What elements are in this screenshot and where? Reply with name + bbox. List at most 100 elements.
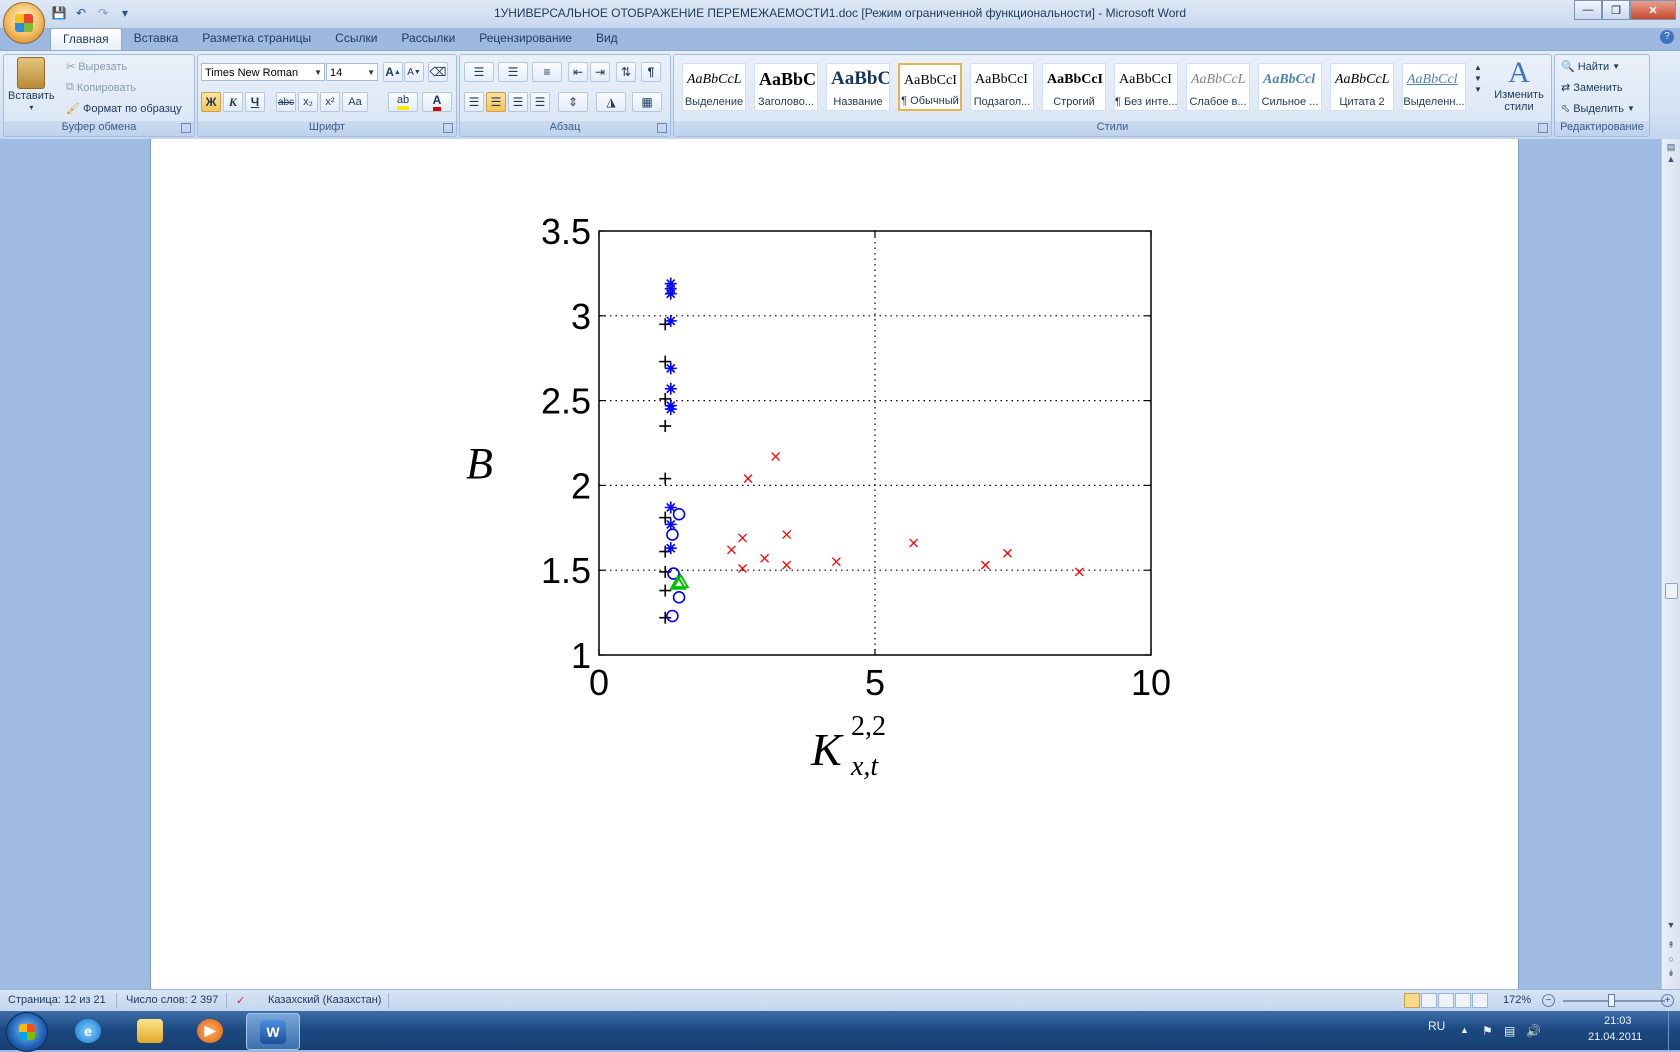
taskbar-explorer[interactable] xyxy=(124,1013,176,1048)
replace-button[interactable]: ⇄ Заменить xyxy=(1561,81,1623,95)
numbering-button[interactable]: ☰ xyxy=(498,62,528,82)
ruler-toggle-icon[interactable]: ▤ xyxy=(1665,141,1677,153)
clock-time[interactable]: 21:03 xyxy=(1604,1015,1632,1027)
decrease-indent-button[interactable]: ⇤ xyxy=(568,62,588,82)
style-heading[interactable]: AaBbC Заголово... xyxy=(754,63,818,111)
style-intense-emphasis[interactable]: AaBbCcl Сильное ... xyxy=(1258,63,1322,111)
italic-button[interactable]: К xyxy=(223,92,243,112)
bullets-button[interactable]: ☰ xyxy=(464,62,494,82)
select-button[interactable]: ⬁ Выделить ▼ xyxy=(1561,102,1635,116)
zoom-slider-thumb[interactable] xyxy=(1608,994,1615,1007)
font-size-combo[interactable]: 14 ▼ xyxy=(326,63,378,81)
data-point-plus xyxy=(659,472,672,485)
shading-button[interactable]: ◮ xyxy=(596,92,626,112)
vertical-scrollbar[interactable]: ▤ ▲ ▼ ↟ ○ ↡ xyxy=(1661,139,1680,989)
action-center-icon[interactable]: ⚑ xyxy=(1482,1024,1493,1038)
change-styles-button[interactable]: A Изменить стили xyxy=(1490,57,1548,114)
find-button[interactable]: 🔍 Найти ▼ xyxy=(1561,60,1620,74)
tab-home[interactable]: Главная xyxy=(50,28,122,51)
help-icon[interactable]: ? xyxy=(1660,30,1674,44)
line-spacing-button[interactable]: ⇕ xyxy=(558,92,588,112)
styles-scroll[interactable]: ▲ ▼ ▼ xyxy=(1474,63,1482,94)
taskbar-media-player[interactable]: ▶ xyxy=(184,1013,236,1048)
volume-icon[interactable]: 🔊 xyxy=(1526,1024,1541,1038)
bold-button[interactable]: Ж xyxy=(201,92,221,112)
maximize-button[interactable]: ❐ xyxy=(1602,0,1630,20)
previous-page-icon[interactable]: ↟ xyxy=(1665,939,1677,951)
tab-mailings[interactable]: Рассылки xyxy=(389,28,467,50)
zoom-in-icon[interactable]: + xyxy=(1661,994,1674,1007)
document-page[interactable]: 1 1.5 2 2.5 3 3.5 0 5 10 B K 2,2 x,t xyxy=(150,139,1519,989)
strikethrough-button[interactable]: abc xyxy=(276,92,296,112)
increase-indent-button[interactable]: ⇥ xyxy=(590,62,610,82)
show-hidden-icons-icon[interactable]: ▲ xyxy=(1460,1025,1469,1035)
format-painter-button[interactable]: 🖌 Формат по образцу xyxy=(66,102,182,116)
font-name-combo[interactable]: Times New Roman ▼ xyxy=(201,63,325,81)
style-strong[interactable]: AaBbCcI Строгий xyxy=(1042,63,1106,111)
print-layout-view-icon[interactable] xyxy=(1404,993,1420,1008)
tab-page-layout[interactable]: Разметка страницы xyxy=(190,28,323,50)
align-right-button[interactable]: ☰ xyxy=(508,92,528,112)
font-color-button[interactable]: A xyxy=(422,92,452,112)
style-subtitle[interactable]: AaBbCcI Подзагол... xyxy=(970,63,1034,111)
style-normal[interactable]: AaBbCcI ¶ Обычный xyxy=(898,63,962,111)
next-page-icon[interactable]: ↡ xyxy=(1665,967,1677,979)
sort-button[interactable]: ⇅ xyxy=(616,62,636,82)
tab-references[interactable]: Ссылки xyxy=(323,28,389,50)
align-center-button[interactable]: ☰ xyxy=(486,92,506,112)
minimize-button[interactable]: — xyxy=(1574,0,1602,20)
style-no-spacing[interactable]: AaBbCcI ¶ Без инте... xyxy=(1114,63,1178,111)
justify-button[interactable]: ☰ xyxy=(530,92,550,112)
highlight-button[interactable]: ab xyxy=(388,92,418,112)
language-indicator[interactable]: Казахский (Казахстан) xyxy=(268,994,381,1006)
tab-view[interactable]: Вид xyxy=(584,28,630,50)
cut-button[interactable]: ✂ Вырезать xyxy=(66,60,127,74)
style-emphasis[interactable]: AaBbCcL Выделение xyxy=(682,63,746,111)
tab-insert[interactable]: Вставка xyxy=(122,28,191,50)
close-button[interactable]: ✕ xyxy=(1630,0,1676,20)
shrink-font-button[interactable]: A ▼ xyxy=(404,62,424,82)
taskbar-word[interactable]: W xyxy=(246,1013,300,1050)
full-screen-view-icon[interactable] xyxy=(1421,993,1437,1008)
dialog-launcher-icon[interactable] xyxy=(443,123,453,133)
network-icon[interactable]: ▤ xyxy=(1504,1024,1515,1038)
style-subtle-emphasis[interactable]: AaBbCcL Слабое в... xyxy=(1186,63,1250,111)
browse-object-icon[interactable]: ○ xyxy=(1665,953,1677,965)
taskbar-ie[interactable]: e xyxy=(62,1013,114,1048)
change-case-button[interactable]: Aa xyxy=(342,92,368,112)
web-layout-view-icon[interactable] xyxy=(1438,993,1454,1008)
scroll-thumb[interactable] xyxy=(1665,583,1678,599)
page-indicator[interactable]: Страница: 12 из 21 xyxy=(8,994,106,1006)
multilevel-list-button[interactable]: ≡ xyxy=(532,62,562,82)
start-button[interactable] xyxy=(6,1012,48,1052)
outline-view-icon[interactable] xyxy=(1455,993,1471,1008)
style-title[interactable]: AaBbC Название xyxy=(826,63,890,111)
style-intense-quote[interactable]: AaBbCcl Выделенн... xyxy=(1402,63,1466,111)
zoom-out-icon[interactable]: − xyxy=(1542,994,1555,1007)
borders-button[interactable]: ▦ xyxy=(632,92,662,112)
scroll-up-icon[interactable]: ▲ xyxy=(1665,153,1677,165)
zoom-level[interactable]: 172% xyxy=(1503,994,1531,1006)
draft-view-icon[interactable] xyxy=(1472,993,1488,1008)
subscript-button[interactable]: x₂ xyxy=(298,92,318,112)
dialog-launcher-icon[interactable] xyxy=(181,123,191,133)
proofing-icon[interactable]: ✓ xyxy=(236,994,245,1007)
underline-button[interactable]: Ч xyxy=(245,92,265,112)
office-button[interactable] xyxy=(3,2,45,44)
align-left-button[interactable]: ☰ xyxy=(464,92,484,112)
tab-review[interactable]: Рецензирование xyxy=(467,28,584,50)
dialog-launcher-icon[interactable] xyxy=(1538,123,1548,133)
language-bar[interactable]: RU xyxy=(1428,1019,1445,1033)
dialog-launcher-icon[interactable] xyxy=(657,123,667,133)
word-count[interactable]: Число слов: 2 397 xyxy=(126,994,218,1006)
paste-button[interactable]: Вставить ▾ xyxy=(8,57,55,112)
clear-formatting-button[interactable]: ⌫ xyxy=(428,62,448,82)
show-marks-button[interactable]: ¶ xyxy=(641,62,661,82)
show-desktop-button[interactable] xyxy=(1668,1011,1680,1050)
grow-font-button[interactable]: A ▲ xyxy=(383,62,403,82)
superscript-button[interactable]: x² xyxy=(320,92,340,112)
copy-button[interactable]: ⧉ Копировать xyxy=(66,81,136,94)
clock-date[interactable]: 21.04.2011 xyxy=(1588,1031,1642,1043)
scroll-down-icon[interactable]: ▼ xyxy=(1665,919,1677,931)
style-quote-2[interactable]: AaBbCcL Цитата 2 xyxy=(1330,63,1394,111)
